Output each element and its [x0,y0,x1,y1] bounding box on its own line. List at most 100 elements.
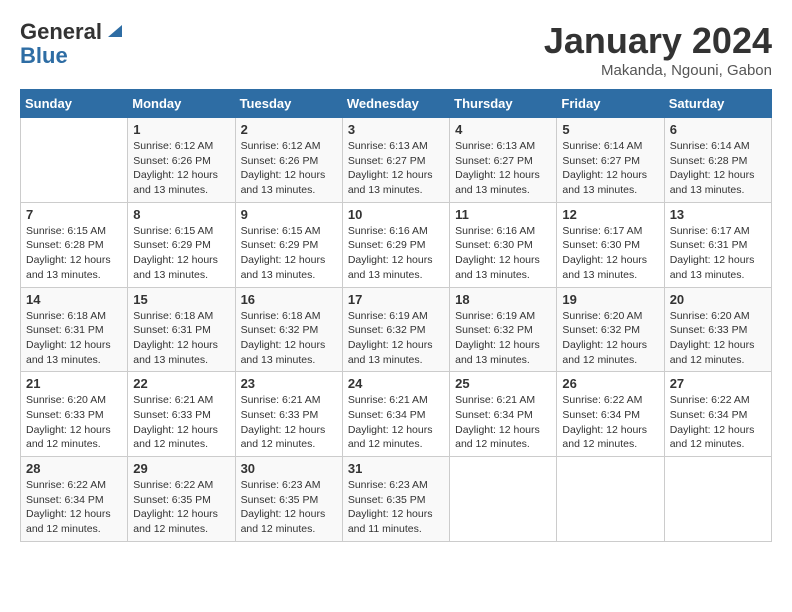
day-number: 21 [26,376,122,391]
day-cell [21,118,128,203]
day-cell: 21 Sunrise: 6:20 AM Sunset: 6:33 PM Dayli… [21,372,128,457]
day-number: 2 [241,122,337,137]
header-sunday: Sunday [21,90,128,118]
day-info: Sunrise: 6:18 AM Sunset: 6:32 PM Dayligh… [241,309,337,368]
day-cell: 15Sunrise: 6:18 AM Sunset: 6:31 PM Dayli… [128,287,235,372]
day-cell: 26 Sunrise: 6:22 AM Sunset: 6:34 PM Dayli… [557,372,664,457]
day-info: Sunrise: 6:22 AM Sunset: 6:34 PM Dayligh… [670,393,766,452]
week-row-4: 21 Sunrise: 6:20 AM Sunset: 6:33 PM Dayli… [21,372,772,457]
day-cell: 28 Sunrise: 6:22 AM Sunset: 6:34 PM Dayli… [21,457,128,542]
day-info: Sunrise: 6:13 AM Sunset: 6:27 PM Dayligh… [348,139,444,198]
day-cell [557,457,664,542]
day-info: Sunrise: 6:17 AM Sunset: 6:30 PM Dayligh… [562,224,658,283]
day-cell: 22Sunrise: 6:21 AM Sunset: 6:33 PM Dayli… [128,372,235,457]
day-info: Sunrise: 6:20 AM Sunset: 6:32 PM Dayligh… [562,309,658,368]
logo-text: General [20,20,102,44]
day-cell: 1Sunrise: 6:12 AM Sunset: 6:26 PM Daylig… [128,118,235,203]
day-cell: 6Sunrise: 6:14 AM Sunset: 6:28 PM Daylig… [664,118,771,203]
day-cell: 23 Sunrise: 6:21 AM Sunset: 6:33 PM Dayli… [235,372,342,457]
day-info: Sunrise: 6:15 AM Sunset: 6:29 PM Dayligh… [241,224,337,283]
day-cell: 29 Sunrise: 6:22 AM Sunset: 6:35 PM Dayli… [128,457,235,542]
day-info: Sunrise: 6:15 AM Sunset: 6:28 PM Dayligh… [26,224,122,283]
header-thursday: Thursday [450,90,557,118]
title-block: January 2024 Makanda, Ngouni, Gabon [544,20,772,79]
page-header: General Blue January 2024 Makanda, Ngoun… [20,20,772,79]
day-cell: 18 Sunrise: 6:19 AM Sunset: 6:32 PM Dayli… [450,287,557,372]
day-cell [450,457,557,542]
day-info: Sunrise: 6:14 AM Sunset: 6:27 PM Dayligh… [562,139,658,198]
day-info: Sunrise: 6:18 AM Sunset: 6:31 PM Dayligh… [26,309,122,368]
day-cell: 7 Sunrise: 6:15 AM Sunset: 6:28 PM Daylig… [21,202,128,287]
week-row-1: 1 Sunrise: 6:12 AM Sunset: 6:26 PM Daylig… [21,118,772,203]
day-info: Sunrise: 6:19 AM Sunset: 6:32 PM Dayligh… [455,309,551,368]
day-cell [664,457,771,542]
day-info: Sunrise: 6:13 AM Sunset: 6:27 PM Dayligh… [455,139,551,198]
day-info: Sunrise: 6:22 AM Sunset: 6:34 PM Dayligh… [562,393,658,452]
day-cell: 20Sunrise: 6:20 AM Sunset: 6:33 PM Dayli… [664,287,771,372]
day-number: 3 [348,122,444,137]
day-number: 13 [670,207,766,222]
day-cell: 30 Sunrise: 6:23 AM Sunset: 6:35 PM Dayli… [235,457,342,542]
month-title: January 2024 [544,20,772,62]
day-info: Sunrise: 6:19 AM Sunset: 6:32 PM Dayligh… [348,309,444,368]
header-friday: Friday [557,90,664,118]
day-cell: 25Sunrise: 6:21 AM Sunset: 6:34 PM Dayli… [450,372,557,457]
day-cell: 27 Sunrise: 6:22 AM Sunset: 6:34 PM Dayli… [664,372,771,457]
week-row-3: 14 Sunrise: 6:18 AM Sunset: 6:31 PM Dayli… [21,287,772,372]
day-number: 19 [562,292,658,307]
day-cell: 16 Sunrise: 6:18 AM Sunset: 6:32 PM Dayli… [235,287,342,372]
header-wednesday: Wednesday [342,90,449,118]
day-number: 25 [455,376,551,391]
day-info: Sunrise: 6:12 AM Sunset: 6:26 PM Dayligh… [241,139,337,198]
day-info: Sunrise: 6:21 AM Sunset: 6:33 PM Dayligh… [133,393,229,452]
day-number: 18 [455,292,551,307]
day-number: 31 [348,461,444,476]
day-number: 12 [562,207,658,222]
day-cell: 12 Sunrise: 6:17 AM Sunset: 6:30 PM Dayli… [557,202,664,287]
day-number: 16 [241,292,337,307]
day-number: 30 [241,461,337,476]
day-number: 9 [241,207,337,222]
day-cell: 19 Sunrise: 6:20 AM Sunset: 6:32 PM Dayli… [557,287,664,372]
day-cell: 11Sunrise: 6:16 AM Sunset: 6:30 PM Dayli… [450,202,557,287]
day-number: 28 [26,461,122,476]
header-saturday: Saturday [664,90,771,118]
day-info: Sunrise: 6:23 AM Sunset: 6:35 PM Dayligh… [241,478,337,537]
day-info: Sunrise: 6:22 AM Sunset: 6:35 PM Dayligh… [133,478,229,537]
location: Makanda, Ngouni, Gabon [544,62,772,79]
calendar-header-row: SundayMondayTuesdayWednesdayThursdayFrid… [21,90,772,118]
day-cell: 5 Sunrise: 6:14 AM Sunset: 6:27 PM Daylig… [557,118,664,203]
day-cell: 8Sunrise: 6:15 AM Sunset: 6:29 PM Daylig… [128,202,235,287]
day-number: 26 [562,376,658,391]
day-number: 24 [348,376,444,391]
day-info: Sunrise: 6:14 AM Sunset: 6:28 PM Dayligh… [670,139,766,198]
day-number: 29 [133,461,229,476]
week-row-2: 7 Sunrise: 6:15 AM Sunset: 6:28 PM Daylig… [21,202,772,287]
day-cell: 24 Sunrise: 6:21 AM Sunset: 6:34 PM Dayli… [342,372,449,457]
day-number: 27 [670,376,766,391]
day-number: 17 [348,292,444,307]
day-number: 14 [26,292,122,307]
day-number: 1 [133,122,229,137]
day-info: Sunrise: 6:21 AM Sunset: 6:34 PM Dayligh… [348,393,444,452]
day-info: Sunrise: 6:23 AM Sunset: 6:35 PM Dayligh… [348,478,444,537]
day-cell: 2 Sunrise: 6:12 AM Sunset: 6:26 PM Daylig… [235,118,342,203]
logo-general: General [20,19,102,44]
day-number: 4 [455,122,551,137]
day-cell: 10Sunrise: 6:16 AM Sunset: 6:29 PM Dayli… [342,202,449,287]
day-info: Sunrise: 6:20 AM Sunset: 6:33 PM Dayligh… [670,309,766,368]
logo: General Blue [20,20,126,68]
day-info: Sunrise: 6:17 AM Sunset: 6:31 PM Dayligh… [670,224,766,283]
day-cell: 17 Sunrise: 6:19 AM Sunset: 6:32 PM Dayli… [342,287,449,372]
header-monday: Monday [128,90,235,118]
day-info: Sunrise: 6:21 AM Sunset: 6:33 PM Dayligh… [241,393,337,452]
day-number: 5 [562,122,658,137]
day-number: 23 [241,376,337,391]
day-info: Sunrise: 6:22 AM Sunset: 6:34 PM Dayligh… [26,478,122,537]
header-tuesday: Tuesday [235,90,342,118]
day-info: Sunrise: 6:16 AM Sunset: 6:30 PM Dayligh… [455,224,551,283]
day-number: 7 [26,207,122,222]
day-info: Sunrise: 6:18 AM Sunset: 6:31 PM Dayligh… [133,309,229,368]
day-info: Sunrise: 6:20 AM Sunset: 6:33 PM Dayligh… [26,393,122,452]
week-row-5: 28 Sunrise: 6:22 AM Sunset: 6:34 PM Dayli… [21,457,772,542]
